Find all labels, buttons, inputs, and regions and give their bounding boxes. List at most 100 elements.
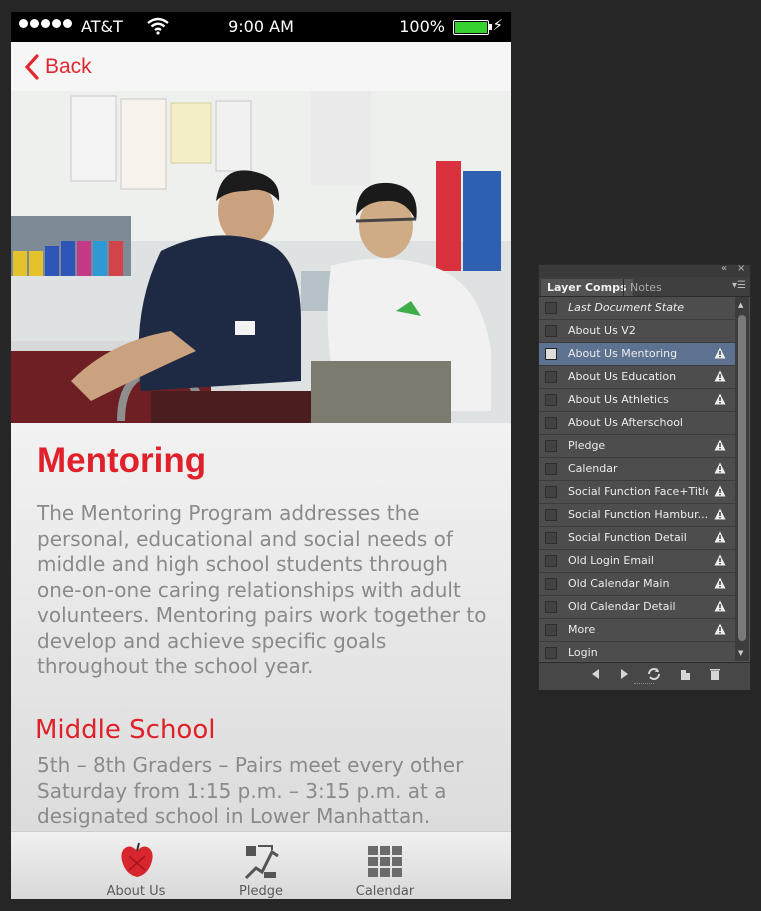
layer-comps-panel: « × Layer Comps Notes ▾☰ Last Document S… [538,263,751,690]
chevron-left-icon [25,54,39,80]
close-icon[interactable]: × [737,263,745,274]
navigation-bar: Back [11,42,511,91]
apply-comp-checkbox[interactable] [545,371,557,383]
layer-comp-row[interactable]: About Us V2 [539,320,735,343]
hero-photo [11,91,511,423]
apply-comp-checkbox[interactable] [545,624,557,636]
layer-comp-name: Old Login Email [568,554,654,567]
apply-comp-checkbox[interactable] [545,578,557,590]
previous-comp-icon[interactable] [589,667,601,681]
apple-icon [121,842,153,877]
warning-icon[interactable] [714,485,726,497]
layer-comp-name: Pledge [568,439,606,452]
layer-comp-name: Social Function Detail [568,531,687,544]
layer-comp-name: Social Function Face+Title [568,485,708,498]
layer-comp-row[interactable]: Social Function Hambur... [539,504,735,527]
scrollbar[interactable]: ▲ ▼ [735,297,749,661]
layer-comp-row[interactable]: Calendar [539,458,735,481]
tab-label: Calendar [355,884,415,899]
layer-comp-name: About Us Athletics [568,393,669,406]
section-description: 5th – 8th Graders – Pairs meet every oth… [37,753,464,828]
warning-icon[interactable] [714,600,726,612]
comp-applied-icon[interactable] [545,348,557,360]
tab-about-us[interactable]: About Us [81,832,191,899]
layer-comp-row[interactable]: Last Document State [539,297,735,320]
apply-comp-checkbox[interactable] [545,486,557,498]
apply-comp-checkbox[interactable] [545,463,557,475]
tab-calendar[interactable]: Calendar [330,832,440,899]
layer-comp-row[interactable]: Social Function Face+Title [539,481,735,504]
apply-comp-checkbox[interactable] [545,302,557,314]
scrollbar-thumb[interactable] [738,315,746,641]
battery-icon [453,20,492,35]
layer-comp-row[interactable]: About Us Education [539,366,735,389]
layer-comp-name: Login [568,646,598,659]
panel-titlebar: « × [539,263,750,277]
tab-notes[interactable]: Notes [623,279,668,296]
apply-comp-checkbox[interactable] [545,601,557,613]
collapse-icon[interactable]: « [721,263,727,274]
panel-tabs: Layer Comps Notes ▾☰ [539,277,750,297]
layer-comps-list: Last Document State About Us V2 About Us M… [539,297,735,661]
scroll-up-icon[interactable]: ▲ [738,301,743,309]
apply-comp-checkbox[interactable] [545,394,557,406]
layer-comp-row[interactable]: Login [539,642,735,661]
layer-comp-name: Last Document State [568,301,685,314]
warning-icon[interactable] [714,439,726,451]
warning-icon[interactable] [714,370,726,382]
apply-comp-checkbox[interactable] [545,509,557,521]
layer-comp-row[interactable]: Old Calendar Main [539,573,735,596]
calendar-grid-icon [368,846,402,877]
layer-comp-row[interactable]: About Us Athletics [539,389,735,412]
layer-comp-row[interactable]: About Us Afterschool [539,412,735,435]
layer-comp-row[interactable]: Old Login Email [539,550,735,573]
layer-comp-row[interactable]: Pledge [539,435,735,458]
layer-comp-name: About Us V2 [568,324,636,337]
warning-icon[interactable] [714,554,726,566]
pledge-icon [244,845,279,880]
layer-comp-name: Social Function Hambur... [568,508,708,521]
layer-comp-row[interactable]: About Us Mentoring [539,343,735,366]
layer-comp-row[interactable]: More [539,619,735,642]
layer-comp-row[interactable]: Social Function Detail [539,527,735,550]
panel-footer [539,662,750,690]
layer-comp-name: Old Calendar Main [568,577,670,590]
status-bar: AT&T 9:00 AM 100% ⚡ [11,12,511,42]
layer-comp-name: About Us Mentoring [568,347,678,360]
trash-icon[interactable] [708,667,722,681]
layer-comp-row[interactable]: Old Calendar Detail [539,596,735,619]
warning-icon[interactable] [714,531,726,543]
update-comp-icon[interactable] [647,667,661,681]
tab-pledge[interactable]: Pledge [206,832,316,899]
apply-comp-checkbox[interactable] [545,325,557,337]
back-button[interactable]: Back [25,52,92,82]
phone-screen: AT&T 9:00 AM 100% ⚡ Back Mentoring The M… [11,12,511,899]
apply-comp-checkbox[interactable] [545,440,557,452]
apply-comp-checkbox[interactable] [545,532,557,544]
apply-comp-checkbox[interactable] [545,417,557,429]
battery-percent: 100% [399,17,445,36]
warning-icon[interactable] [714,577,726,589]
tab-label: Pledge [239,884,283,899]
panel-menu-icon[interactable]: ▾☰ [732,280,746,291]
program-description: The Mentoring Program addresses the pers… [37,501,487,678]
layer-comp-name: Old Calendar Detail [568,600,676,613]
warning-icon[interactable] [714,347,726,359]
warning-icon[interactable] [714,508,726,520]
content-area: Mentoring The Mentoring Program addresse… [11,423,511,831]
next-comp-icon[interactable] [619,667,631,681]
scroll-down-icon[interactable]: ▼ [738,649,743,657]
tab-bar: About Us Pledge Calendar [11,831,511,899]
new-comp-icon[interactable] [679,667,693,681]
section-title: Middle School [35,715,216,745]
warning-icon[interactable] [714,393,726,405]
tab-layer-comps[interactable]: Layer Comps [541,279,633,296]
warning-icon[interactable] [714,623,726,635]
charging-icon: ⚡ [492,16,503,34]
apply-comp-checkbox[interactable] [545,555,557,567]
resize-grip[interactable] [634,683,654,686]
warning-icon[interactable] [714,462,726,474]
layer-comp-name: More [568,623,596,636]
back-label: Back [45,55,92,78]
apply-comp-checkbox[interactable] [545,647,557,659]
